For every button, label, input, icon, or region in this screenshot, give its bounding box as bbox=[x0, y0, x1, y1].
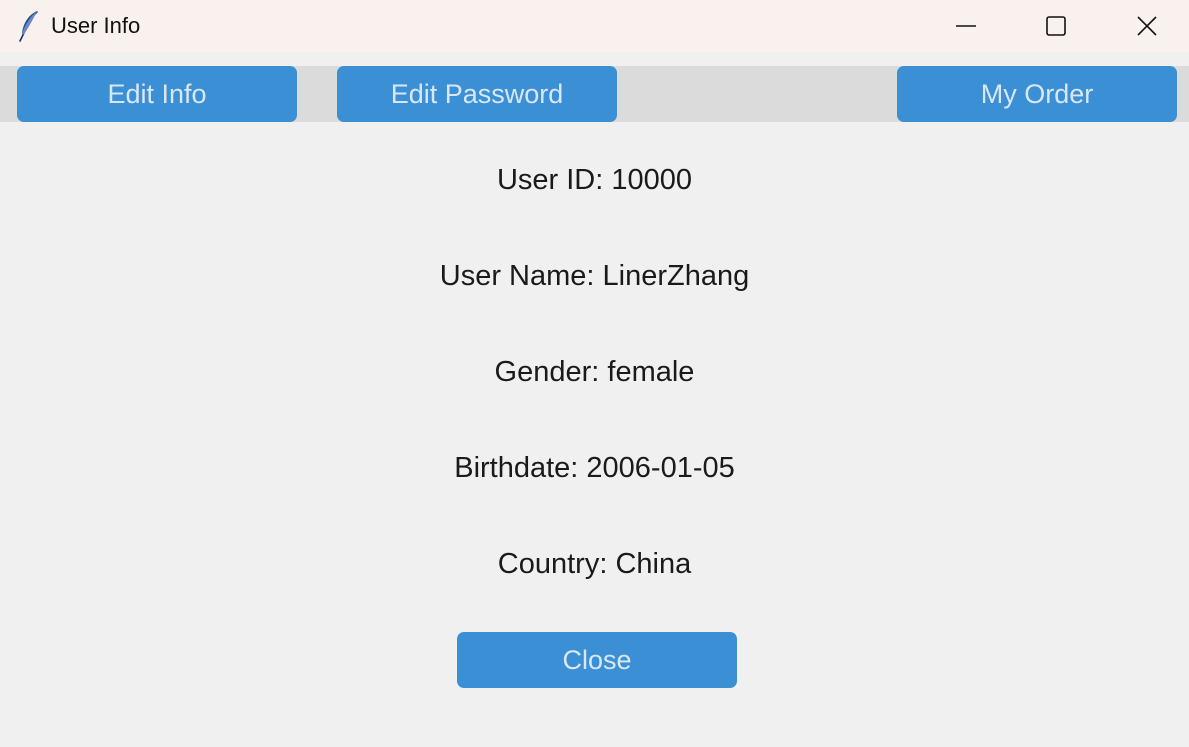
toolbar: Edit Info Edit Password My Order bbox=[0, 66, 1189, 122]
feather-icon bbox=[18, 10, 40, 42]
edit-password-button[interactable]: Edit Password bbox=[337, 66, 617, 122]
title-bar[interactable]: User Info bbox=[0, 0, 1189, 52]
gender-label: Gender: female bbox=[494, 356, 695, 388]
user-info-window: User Info Edit Info Edit Password My Ord… bbox=[0, 0, 1189, 747]
user-id-label: User ID: 10000 bbox=[496, 164, 693, 196]
window-close-button[interactable] bbox=[1104, 0, 1189, 52]
window-title: User Info bbox=[51, 13, 141, 38]
edit-info-button[interactable]: Edit Info bbox=[17, 66, 297, 122]
maximize-button[interactable] bbox=[1011, 0, 1101, 52]
minimize-icon bbox=[955, 15, 977, 37]
maximize-icon bbox=[1045, 15, 1067, 37]
user-name-label: User Name: LinerZhang bbox=[439, 260, 750, 292]
my-order-button[interactable]: My Order bbox=[897, 66, 1177, 122]
country-label: Country: China bbox=[497, 548, 692, 580]
close-icon bbox=[1136, 15, 1158, 37]
close-button[interactable]: Close bbox=[457, 632, 737, 688]
birthdate-label: Birthdate: 2006-01-05 bbox=[454, 452, 735, 484]
minimize-button[interactable] bbox=[921, 0, 1011, 52]
